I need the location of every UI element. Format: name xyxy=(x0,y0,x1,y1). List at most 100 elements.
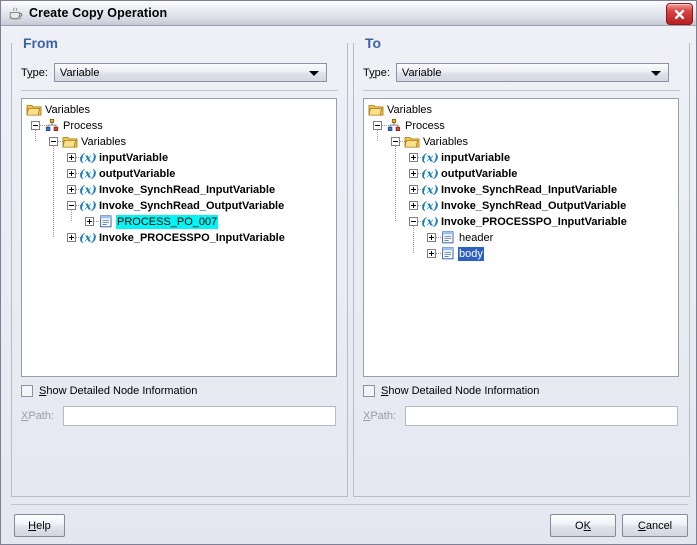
expand-icon[interactable] xyxy=(409,153,418,162)
collapse-icon[interactable] xyxy=(409,217,418,226)
tree-node-label: Variables xyxy=(81,136,127,148)
tree-node-label: Invoke_SynchRead_InputVariable xyxy=(99,184,276,196)
cancel-button[interactable]: Cancel xyxy=(622,514,688,537)
tree-node[interactable]: body xyxy=(364,246,678,262)
xpath-row: XPath: xyxy=(363,406,678,426)
tree-node[interactable]: Process xyxy=(364,118,678,134)
expand-icon[interactable] xyxy=(85,217,94,226)
variable-tree[interactable]: Variables Process Variables (x) inputVariabl… xyxy=(363,98,679,377)
svg-text:(x): (x) xyxy=(80,183,96,197)
folder-icon xyxy=(62,134,78,149)
variable-icon: (x) xyxy=(421,198,439,213)
svg-text:(x): (x) xyxy=(80,151,96,165)
panel-to: To Type: Variable Variables Process Variables… xyxy=(353,34,690,497)
checkbox-mnemonic: S xyxy=(39,385,47,397)
group-legend-to: To xyxy=(365,35,382,51)
collapse-icon[interactable] xyxy=(391,137,400,146)
collapse-icon[interactable] xyxy=(49,137,58,146)
show-detailed-node-information-row[interactable]: Show Detailed Node Information xyxy=(363,385,539,397)
ok-mnemonic: K xyxy=(583,519,591,532)
svg-text:(x): (x) xyxy=(422,167,438,181)
close-x-icon xyxy=(674,9,685,19)
process-icon xyxy=(44,118,60,133)
type-row: Type: Variable xyxy=(21,63,327,82)
tree-node[interactable]: (x) Invoke_SynchRead_OutputVariable xyxy=(364,198,678,214)
cancel-mnemonic: C xyxy=(637,519,646,532)
type-label: Type: xyxy=(363,66,390,79)
tree-body: Variables Process Variables (x) inputVariabl… xyxy=(364,99,678,261)
show-detailed-node-information-checkbox[interactable] xyxy=(363,385,375,397)
panel-divider xyxy=(21,90,338,91)
tree-node[interactable]: (x) inputVariable xyxy=(22,150,336,166)
svg-text:(x): (x) xyxy=(80,199,96,213)
group-legend-from: From xyxy=(23,35,58,51)
variable-icon: (x) xyxy=(79,230,97,245)
tree-node[interactable]: (x) Invoke_SynchRead_OutputVariable xyxy=(22,198,336,214)
variable-icon: (x) xyxy=(79,166,97,181)
expand-icon[interactable] xyxy=(427,233,436,242)
expand-icon[interactable] xyxy=(67,185,76,194)
tree-node[interactable]: (x) Invoke_PROCESSPO_InputVariable xyxy=(364,214,678,230)
svg-text:(x): (x) xyxy=(422,215,438,229)
ok-button[interactable]: OK xyxy=(550,514,616,537)
svg-text:(x): (x) xyxy=(422,199,438,213)
expand-icon[interactable] xyxy=(67,233,76,242)
help-mnemonic: H xyxy=(28,519,37,532)
tree-node[interactable]: PROCESS_PO_007 xyxy=(22,214,336,230)
tree-node[interactable]: (x) inputVariable xyxy=(364,150,678,166)
expand-icon[interactable] xyxy=(67,153,76,162)
show-detailed-node-information-label: Show Detailed Node Information xyxy=(381,385,540,397)
xpath-mnemonic: X xyxy=(363,410,371,422)
xpath-input[interactable] xyxy=(63,406,336,426)
tree-node[interactable]: (x) outputVariable xyxy=(22,166,336,182)
tree-node-label: Invoke_SynchRead_InputVariable xyxy=(441,184,618,196)
folder-icon xyxy=(26,102,42,117)
xpath-mnemonic: X xyxy=(21,410,29,422)
svg-text:(x): (x) xyxy=(80,231,96,245)
expand-icon[interactable] xyxy=(409,169,418,178)
type-combo[interactable]: Variable xyxy=(53,63,327,82)
tree-node[interactable]: Variables xyxy=(22,102,336,118)
type-combo-value: Variable xyxy=(59,66,100,79)
element-icon xyxy=(440,230,456,245)
variable-icon: (x) xyxy=(79,150,97,165)
tree-node[interactable]: (x) Invoke_PROCESSPO_InputVariable xyxy=(22,230,336,246)
tree-node-label: Invoke_PROCESSPO_InputVariable xyxy=(99,232,285,244)
tree-node[interactable]: header xyxy=(364,230,678,246)
tree-node[interactable]: (x) Invoke_SynchRead_InputVariable xyxy=(364,182,678,198)
tree-node[interactable]: (x) Invoke_SynchRead_InputVariable xyxy=(22,182,336,198)
tree-node[interactable]: Process xyxy=(22,118,336,134)
expand-icon[interactable] xyxy=(409,185,418,194)
ok-label: O xyxy=(575,519,584,532)
variable-icon: (x) xyxy=(421,182,439,197)
expand-icon[interactable] xyxy=(427,249,436,258)
window-title: Create Copy Operation xyxy=(29,6,168,20)
xpath-row: XPath: xyxy=(21,406,336,426)
tree-node-label: PROCESS_PO_007 xyxy=(116,215,219,229)
tree-node[interactable]: Variables xyxy=(364,102,678,118)
chevron-down-icon xyxy=(650,70,661,76)
tree-node[interactable]: (x) outputVariable xyxy=(364,166,678,182)
show-detailed-node-information-label: Show Detailed Node Information xyxy=(39,385,198,397)
type-combo[interactable]: Variable xyxy=(395,63,669,82)
collapse-icon[interactable] xyxy=(31,121,40,130)
expand-icon[interactable] xyxy=(409,201,418,210)
xpath-input[interactable] xyxy=(405,406,678,426)
show-detailed-node-information-checkbox[interactable] xyxy=(21,385,33,397)
tree-node-label: outputVariable xyxy=(99,168,176,180)
tree-node-label: Variables xyxy=(45,104,91,116)
variable-icon: (x) xyxy=(79,198,97,213)
tree-node[interactable]: Variables xyxy=(364,134,678,150)
svg-text:(x): (x) xyxy=(422,183,438,197)
collapse-icon[interactable] xyxy=(67,201,76,210)
help-button[interactable]: Help xyxy=(14,514,65,537)
collapse-icon[interactable] xyxy=(373,121,382,130)
tree-node[interactable]: Variables xyxy=(22,134,336,150)
xpath-label: XPath: xyxy=(363,410,397,422)
variable-tree[interactable]: Variables Process Variables (x) inputVariabl… xyxy=(21,98,337,377)
show-detailed-node-information-row[interactable]: Show Detailed Node Information xyxy=(21,385,197,397)
expand-icon[interactable] xyxy=(67,169,76,178)
tree-node-label: outputVariable xyxy=(441,168,518,180)
close-button[interactable] xyxy=(666,3,693,25)
variable-icon: (x) xyxy=(421,166,439,181)
